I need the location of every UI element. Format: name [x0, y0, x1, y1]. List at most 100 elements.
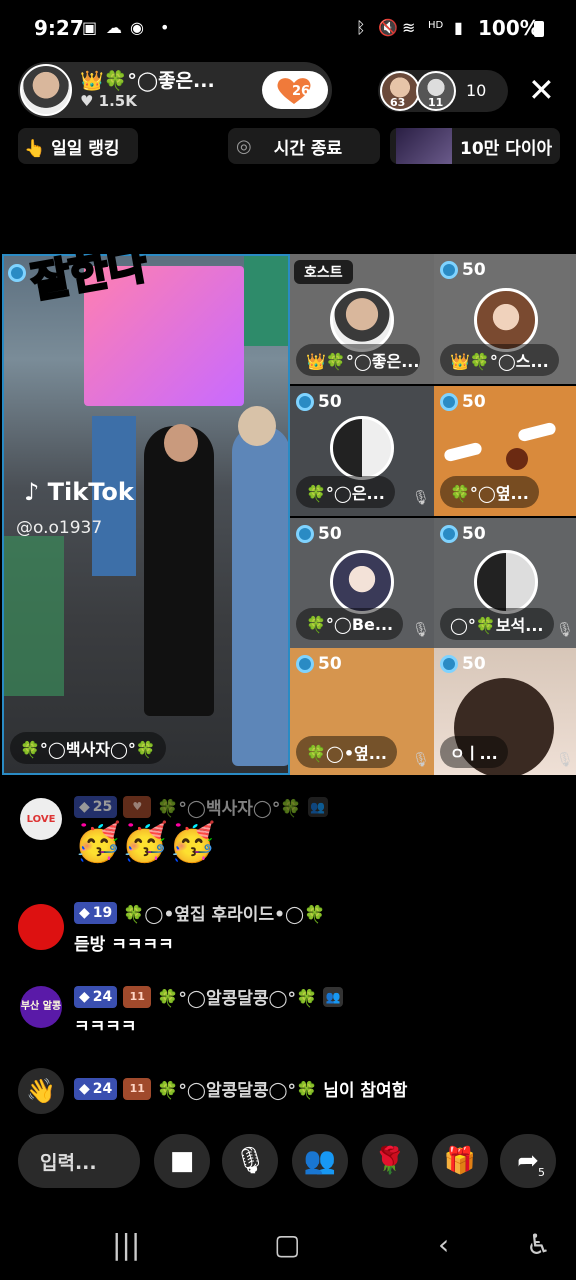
host-profile-pill[interactable]: 👑🍀°◯좋은... ♥ 1.5K 26: [18, 62, 332, 118]
host-avatar[interactable]: [20, 64, 72, 116]
guest-tile[interactable]: 50 🍀◯•옆... 🎙: [290, 648, 434, 775]
close-button[interactable]: ✕: [528, 72, 555, 108]
fan-badge: ♥: [123, 795, 152, 818]
home-button[interactable]: ▢: [274, 1228, 300, 1261]
guest-badge: 50: [440, 654, 486, 674]
cookie-eye: [517, 421, 557, 443]
guest-tile[interactable]: 50 🍀°◯Be... 🎙: [290, 518, 434, 648]
level-badge: ◆ 19: [74, 901, 118, 924]
guest-tile[interactable]: 50 ◯°🍀보석... 🎙: [434, 518, 576, 648]
camera-button[interactable]: ■: [154, 1134, 210, 1188]
mic-muted-icon: 🎙: [412, 752, 430, 768]
level-value: 25: [92, 798, 113, 815]
fan-badge: 11: [123, 985, 152, 1008]
diamond-icon: ◆: [79, 988, 90, 1005]
tiktok-handle: @o.o1937: [16, 518, 103, 538]
guest-name: ㅇㅣ...: [440, 736, 508, 768]
main-guest-name[interactable]: 🍀°◯백사자◯°🍀: [10, 732, 166, 764]
bystander: [232, 426, 288, 766]
chat-message: 🥳🥳🥳: [74, 820, 216, 864]
diamond-icon: ◆: [79, 904, 90, 921]
level-badge: ◆ 24: [74, 985, 118, 1008]
mic-muted-icon: 🎙: [556, 622, 574, 638]
guest-name: 🍀°◯은...: [296, 476, 395, 508]
badge-value: 50: [462, 654, 486, 674]
gift-heart-button[interactable]: 26: [262, 71, 328, 109]
bluetooth-icon: ᛒ: [356, 18, 366, 37]
guest-tile-host[interactable]: 호스트 👑🍀°◯좋은...: [290, 254, 434, 384]
app-icon: ◉: [130, 18, 144, 37]
guest-tile[interactable]: 50 ㅇㅣ... 🎙: [434, 648, 576, 775]
chat-avatar[interactable]: [18, 904, 64, 950]
guest-tile[interactable]: 50 🍀°◯은... 🎙: [290, 386, 434, 516]
live-ring-icon: [440, 525, 458, 543]
performer-head: [164, 424, 198, 462]
badge-value: 50: [462, 260, 486, 280]
cookie-nose: [506, 448, 528, 470]
guest-avatar: [474, 550, 538, 614]
guest-badge: 50: [440, 260, 486, 280]
chat-username[interactable]: 🍀°◯알콩달콩◯°🍀: [157, 1076, 317, 1101]
chat-message: 듣방 ㅋㅋㅋㅋ: [74, 935, 174, 955]
share-button[interactable]: ➦ 5: [500, 1134, 556, 1188]
level-value: 24: [92, 1080, 113, 1097]
goal-thumbnail: [396, 128, 452, 164]
mic-muted-icon: 🎙: [412, 622, 430, 638]
badge-value: 50: [318, 524, 342, 544]
timer-chip[interactable]: ◎ 시간 종료: [228, 128, 380, 164]
chat-header: ◆ 24 11 🍀°◯알콩달콩◯°🍀 👥: [74, 984, 344, 1009]
guest-badge: 50: [440, 524, 486, 544]
bystander-head: [238, 406, 276, 446]
mic-button[interactable]: 🎙: [222, 1134, 278, 1188]
chat-avatar[interactable]: 부산 알콩: [20, 986, 62, 1028]
cloud-icon: ☁: [106, 18, 122, 37]
recent-apps-button[interactable]: |||: [112, 1228, 140, 1261]
live-ring-icon: [440, 655, 458, 673]
chat-username[interactable]: 🍀°◯알콩달콩◯°🍀: [157, 984, 317, 1009]
live-ring-icon: [8, 264, 26, 286]
guest-name: 🍀°◯Be...: [296, 608, 404, 640]
follow-icon[interactable]: 👥: [307, 796, 328, 817]
guest-name: 🍀°◯옆...: [440, 476, 539, 508]
accessibility-icon[interactable]: ♿: [526, 1228, 551, 1261]
cookie-eye: [443, 441, 483, 463]
badge-value: 50: [318, 392, 342, 412]
viewer-count[interactable]: 10: [466, 81, 486, 100]
performer: [144, 426, 214, 716]
diamond-icon: ◆: [79, 1080, 90, 1097]
guest-avatar: [330, 416, 394, 480]
follow-icon[interactable]: 👥: [323, 986, 344, 1007]
gift-box-icon: 🎁: [443, 1146, 477, 1176]
chat-username[interactable]: 🍀°◯백사자◯°🍀: [157, 794, 301, 819]
guest-badge: 50: [296, 654, 342, 674]
fan-badge: 11: [123, 1077, 152, 1100]
guest-avatar: [474, 288, 538, 352]
rose-gift-button[interactable]: 🌹: [362, 1134, 418, 1188]
wifi-icon: ≋: [402, 18, 416, 37]
status-bar: 9:27 ▣ ☁ ◉ • ᛒ 🔇 ≋ HD ▮ 100%: [0, 0, 576, 58]
guest-tile[interactable]: 50 🍀°◯옆...: [434, 386, 576, 516]
chat-username[interactable]: 🍀◯•옆집 후라이드•◯🍀: [123, 900, 325, 925]
daily-ranking-button[interactable]: 👆 일일 랭킹: [18, 128, 138, 164]
viewer-badge: 11: [428, 96, 444, 109]
diamond-goal-chip[interactable]: 10만 다이아: [390, 128, 560, 164]
comment-input[interactable]: 입력...: [18, 1134, 140, 1188]
viewer-list[interactable]: 63 11 10: [378, 70, 508, 112]
badge-value: 50: [462, 392, 486, 412]
host-name: 👑🍀°◯좋은...: [80, 70, 215, 92]
guest-tile[interactable]: 50 👑🍀°◯스...: [434, 254, 576, 384]
back-button[interactable]: ‹: [438, 1228, 449, 1261]
main-video-tile[interactable]: [2, 254, 290, 775]
chat-header: ◆ 25 ♥ 🍀°◯백사자◯°🍀 👥: [74, 794, 328, 819]
video-camera-icon: ■: [169, 1146, 195, 1176]
mic-muted-icon: 🎙: [233, 1146, 267, 1176]
share-count: 5: [538, 1166, 545, 1179]
chat-avatar[interactable]: LOVE: [20, 798, 62, 840]
gift-button[interactable]: 🎁: [432, 1134, 488, 1188]
mic-muted-icon: 🎙: [412, 490, 430, 506]
rose-icon: 🌹: [373, 1146, 407, 1176]
guest-name: 🍀◯•옆...: [296, 736, 398, 768]
guests-button[interactable]: 👥: [292, 1134, 348, 1188]
guest-avatar: [330, 288, 394, 352]
battery-level: 100%: [478, 16, 540, 40]
